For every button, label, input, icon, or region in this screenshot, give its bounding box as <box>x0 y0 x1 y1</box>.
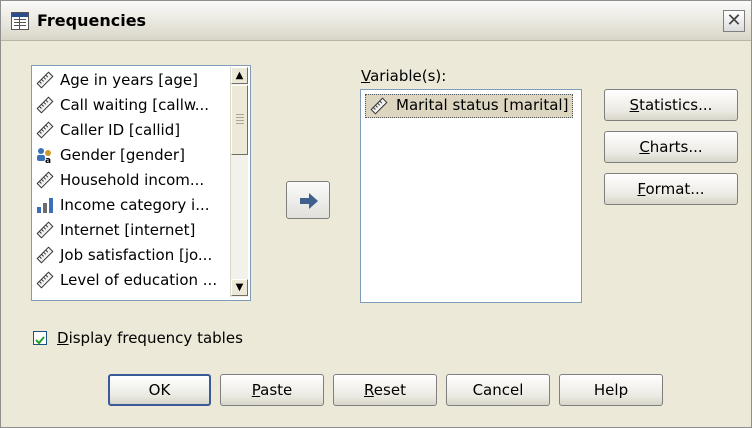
display-frequency-tables-checkbox[interactable] <box>33 331 47 345</box>
scale-ruler-icon <box>36 246 54 264</box>
list-item-selected[interactable]: Marital status [marital] <box>365 94 573 118</box>
help-button[interactable]: Help <box>559 374 663 406</box>
ordinal-bars-icon <box>37 198 53 213</box>
right-arrow-icon <box>300 193 318 209</box>
grip-icon <box>236 114 244 126</box>
scale-ruler-icon <box>36 271 54 289</box>
list-item-label: Level of education ... <box>60 271 218 289</box>
scale-ruler-icon <box>36 71 54 89</box>
variables-label: Variable(s): <box>361 67 447 85</box>
scroll-up-button[interactable]: ▲ <box>231 67 248 84</box>
scroll-down-button[interactable]: ▼ <box>231 279 248 296</box>
list-item-label: Income category i... <box>60 196 210 214</box>
list-item-label: Call waiting [callw... <box>60 96 210 114</box>
statistics-button[interactable]: Statistics... <box>604 89 738 121</box>
scroll-down-arrow-icon: ▼ <box>235 282 244 293</box>
close-icon: ✕ <box>726 10 742 31</box>
svg-text:a: a <box>45 156 51 164</box>
list-item-label: Caller ID [callid] <box>60 121 181 139</box>
dialog-title: Frequencies <box>37 11 147 30</box>
title-bar[interactable]: Frequencies ✕ <box>1 1 751 41</box>
scale-ruler-icon <box>36 221 54 239</box>
ok-button[interactable]: OK <box>108 374 211 406</box>
nominal-people-icon: a <box>37 148 51 164</box>
checkmark-icon <box>35 336 45 345</box>
source-variable-list[interactable]: Age in years [age] Call waiting [callw...… <box>31 65 251 301</box>
scroll-thumb[interactable] <box>231 85 248 155</box>
list-item-label: Internet [internet] <box>60 221 196 239</box>
move-variable-button[interactable] <box>286 181 330 219</box>
scroll-up-arrow-icon: ▲ <box>235 70 244 81</box>
scale-ruler-icon <box>36 121 54 139</box>
target-variable-list[interactable]: Marital status [marital] <box>360 89 582 303</box>
scale-ruler-icon <box>36 96 54 114</box>
display-frequency-tables-label[interactable]: Display frequency tables <box>57 329 243 347</box>
frequencies-dialog: Frequencies ✕ Age in years [age] Call wai… <box>0 0 752 428</box>
format-button[interactable]: Format... <box>604 173 738 205</box>
list-item-label: Job satisfaction [jo... <box>60 246 213 264</box>
table-app-icon <box>11 12 29 30</box>
cancel-button[interactable]: Cancel <box>446 374 550 406</box>
list-item-label: Age in years [age] <box>60 71 198 89</box>
charts-button[interactable]: Charts... <box>604 131 738 163</box>
scale-ruler-icon <box>370 97 388 115</box>
reset-button[interactable]: Reset <box>333 374 437 406</box>
close-button[interactable]: ✕ <box>723 10 745 32</box>
vertical-scrollbar[interactable]: ▲ ▼ <box>230 67 248 297</box>
list-item-label: Household incom... <box>60 171 205 189</box>
paste-button[interactable]: Paste <box>220 374 324 406</box>
list-item-label: Gender [gender] <box>60 146 185 164</box>
list-item-label: Marital status [marital] <box>396 96 569 114</box>
scale-ruler-icon <box>36 171 54 189</box>
